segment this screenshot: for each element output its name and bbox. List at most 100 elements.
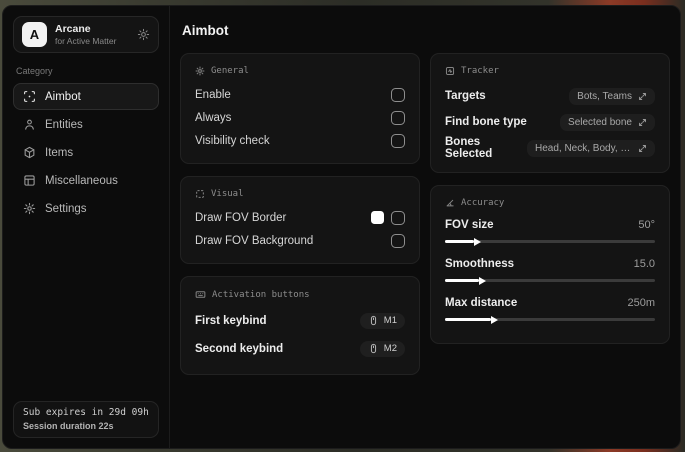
- visibility-check-checkbox[interactable]: [391, 133, 405, 148]
- fov-border-checkbox[interactable]: [391, 210, 405, 225]
- app-subtitle: for Active Matter: [55, 36, 117, 46]
- crosshair-icon: [23, 90, 36, 103]
- tracker-header-label: Tracker: [461, 66, 499, 76]
- find-bone-type-dropdown[interactable]: Selected bone: [560, 113, 655, 131]
- target-icon: [445, 66, 455, 76]
- sidebar-item-items[interactable]: Items: [13, 139, 159, 166]
- main-content: Aimbot General Enable Always Visibility …: [170, 6, 680, 448]
- app-header-card: A Arcane for Active Matter: [13, 16, 159, 53]
- mouse-icon: [368, 315, 379, 326]
- first-keybind-value: M1: [383, 315, 397, 326]
- session-duration-text: Session duration 22s: [23, 421, 114, 431]
- slider-thumb[interactable]: [491, 315, 499, 324]
- expand-icon: [638, 92, 647, 101]
- bones-selected-dropdown[interactable]: Head, Neck, Body, Pe...: [527, 139, 655, 157]
- sub-expiry-text: Sub expires in 29d 09h: [23, 407, 149, 418]
- visual-header-label: Visual: [211, 189, 244, 199]
- smoothness-label: Smoothness: [445, 258, 515, 270]
- activation-header: Activation buttons: [195, 289, 405, 300]
- gear-icon: [23, 202, 36, 215]
- page-title: Aimbot: [182, 23, 229, 38]
- max-distance-slider[interactable]: [445, 315, 655, 324]
- smoothness-value: 15.0: [633, 258, 655, 270]
- keybind-row-second: Second keybind M2: [195, 335, 405, 363]
- gear-icon[interactable]: [137, 28, 150, 41]
- app-logo: A: [22, 22, 47, 47]
- visual-card: Visual Draw FOV Border Draw FOV Backgrou…: [180, 176, 420, 264]
- general-card: General Enable Always Visibility check: [180, 53, 420, 164]
- gear-icon: [195, 66, 205, 76]
- max-distance-label: Max distance: [445, 297, 518, 309]
- app-meta: Arcane for Active Matter: [55, 23, 116, 46]
- setting-row-enable: Enable: [195, 83, 405, 106]
- fov-border-label: Draw FOV Border: [195, 211, 287, 224]
- subscription-card: Sub expires in 29d 09h Session duration …: [13, 401, 159, 438]
- category-label: Category: [16, 66, 53, 76]
- left-column: General Enable Always Visibility check V…: [180, 53, 420, 375]
- accuracy-header-label: Accuracy: [461, 198, 505, 208]
- always-checkbox[interactable]: [391, 110, 405, 125]
- slider-thumb[interactable]: [478, 276, 486, 285]
- person-icon: [23, 118, 36, 131]
- tracker-row-bones-selected: Bones Selected Head, Neck, Body, Pe...: [445, 135, 655, 161]
- tracker-header: Tracker: [445, 66, 655, 76]
- visibility-check-label: Visibility check: [195, 134, 270, 147]
- sidebar: A Arcane for Active Matter Category Aimb: [3, 6, 170, 448]
- slider-fill: [445, 237, 482, 246]
- sidebar-item-aimbot[interactable]: Aimbot: [13, 83, 159, 110]
- color-swatch[interactable]: [371, 211, 384, 224]
- targets-value: Bots, Teams: [577, 90, 632, 102]
- app-window: A Arcane for Active Matter Category Aimb: [2, 5, 681, 449]
- sidebar-item-miscellaneous[interactable]: Miscellaneous: [13, 167, 159, 194]
- first-keybind-button[interactable]: M1: [359, 313, 405, 329]
- keyboard-icon: [195, 289, 206, 300]
- mouse-icon: [368, 343, 379, 354]
- fov-border-controls: [371, 210, 405, 225]
- keybind-row-first: First keybind M1: [195, 307, 405, 335]
- slider-group-max-distance: Max distance 250m: [445, 293, 655, 324]
- smoothness-slider[interactable]: [445, 276, 655, 285]
- general-header-label: General: [211, 66, 249, 76]
- enable-label: Enable: [195, 88, 231, 101]
- sidebar-item-label: Entities: [45, 118, 83, 131]
- sidebar-item-label: Aimbot: [45, 90, 81, 103]
- find-bone-type-value: Selected bone: [568, 116, 632, 128]
- slider-group-fov-size: FOV size 50°: [445, 215, 655, 246]
- slider-fill: [445, 276, 486, 285]
- always-label: Always: [195, 111, 232, 124]
- second-keybind-button[interactable]: M2: [359, 341, 405, 357]
- fov-background-checkbox[interactable]: [391, 233, 405, 248]
- cube-icon: [23, 146, 36, 159]
- targets-dropdown[interactable]: Bots, Teams: [569, 87, 655, 105]
- setting-row-always: Always: [195, 106, 405, 129]
- sidebar-item-label: Items: [45, 146, 74, 159]
- accuracy-header: Accuracy: [445, 198, 655, 208]
- max-distance-value: 250m: [627, 297, 655, 309]
- find-bone-type-label: Find bone type: [445, 116, 527, 128]
- tracker-row-find-bone: Find bone type Selected bone: [445, 109, 655, 135]
- slider-thumb[interactable]: [474, 237, 482, 246]
- fov-size-label: FOV size: [445, 219, 494, 231]
- setting-row-fov-border: Draw FOV Border: [195, 206, 405, 229]
- bones-selected-label: Bones Selected: [445, 136, 493, 160]
- layout-icon: [23, 174, 36, 187]
- fov-background-label: Draw FOV Background: [195, 234, 314, 247]
- tracker-row-targets: Targets Bots, Teams: [445, 83, 655, 109]
- frame-icon: [195, 189, 205, 199]
- sidebar-item-settings[interactable]: Settings: [13, 195, 159, 222]
- sidebar-item-entities[interactable]: Entities: [13, 111, 159, 138]
- slider-group-smoothness: Smoothness 15.0: [445, 254, 655, 285]
- sidebar-item-label: Miscellaneous: [45, 174, 118, 187]
- targets-label: Targets: [445, 90, 486, 102]
- activation-card: Activation buttons First keybind M1 Seco…: [180, 276, 420, 375]
- fov-size-value: 50°: [638, 219, 655, 231]
- slider-fill: [445, 315, 499, 324]
- visual-header: Visual: [195, 189, 405, 199]
- second-keybind-value: M2: [383, 343, 397, 354]
- fov-size-slider[interactable]: [445, 237, 655, 246]
- enable-checkbox[interactable]: [391, 87, 405, 102]
- first-keybind-label: First keybind: [195, 315, 267, 327]
- general-header: General: [195, 66, 405, 76]
- tracker-card: Tracker Targets Bots, Teams Find bone ty…: [430, 53, 670, 173]
- sidebar-item-label: Settings: [45, 202, 87, 215]
